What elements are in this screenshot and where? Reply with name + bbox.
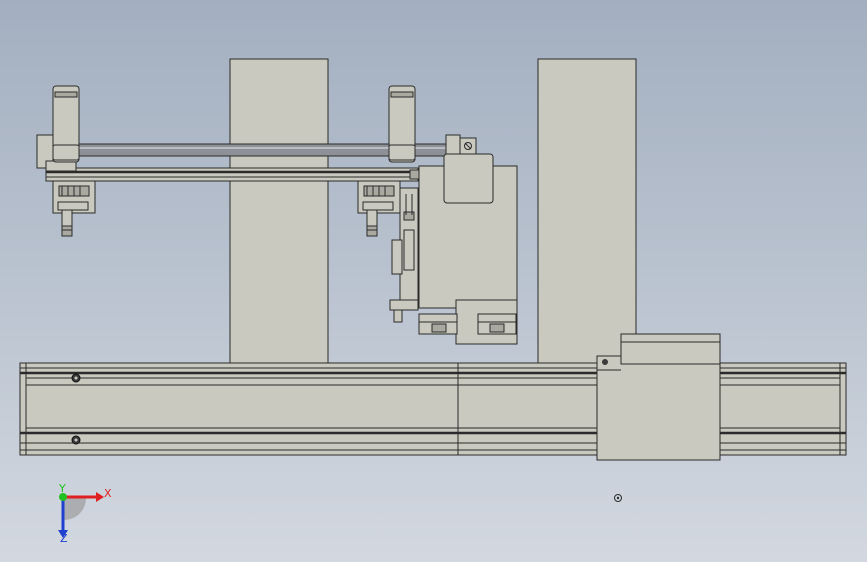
upper-cross-beam[interactable]	[45, 167, 421, 182]
origin-marker	[614, 494, 622, 502]
coordinate-triad: X Y Z	[58, 482, 112, 545]
main-linear-rail[interactable]	[19, 362, 847, 456]
x-axis-arrowhead	[96, 492, 104, 502]
right-gripper-module[interactable]	[357, 180, 401, 237]
cad-viewport[interactable]: X Y Z	[0, 0, 867, 562]
z-axis-label: Z	[60, 532, 68, 545]
left-column[interactable]	[229, 58, 329, 365]
rail-screw-bottom	[71, 435, 81, 445]
rod-end-cap[interactable]	[445, 134, 477, 157]
left-gripper-module[interactable]	[52, 180, 96, 237]
right-rod-support[interactable]	[388, 85, 416, 163]
right-column[interactable]	[537, 58, 637, 365]
linear-guide-block-right[interactable]	[477, 313, 517, 335]
assembly-drawing: X Y Z	[19, 58, 847, 545]
x-axis-label: X	[104, 487, 112, 500]
y-axis-label: Y	[58, 482, 66, 495]
left-rod-support[interactable]	[52, 85, 80, 163]
rail-screw-top	[71, 373, 81, 383]
linear-guide-block-left[interactable]	[418, 313, 458, 335]
